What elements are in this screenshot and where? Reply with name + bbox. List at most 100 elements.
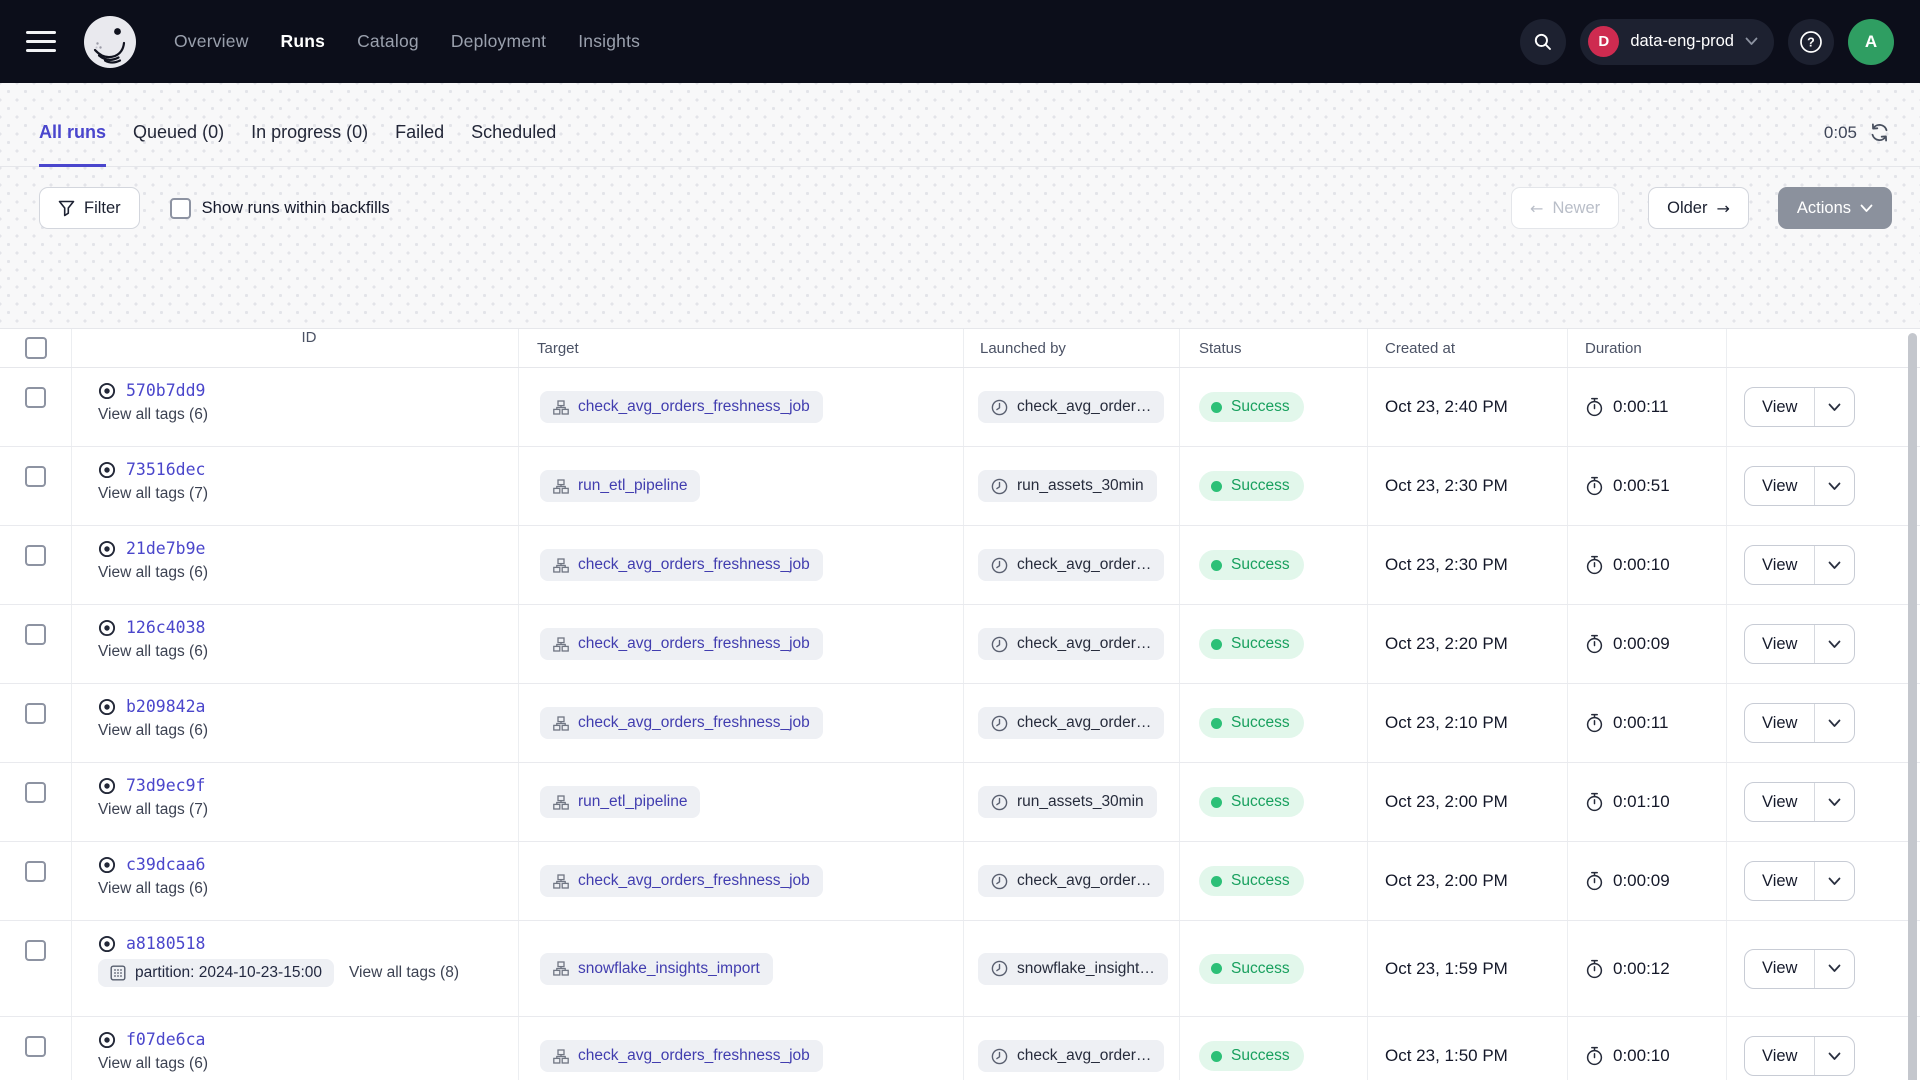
launched-by-chip[interactable]: check_avg_order… — [978, 549, 1164, 581]
created-at-value: Oct 23, 1:59 PM — [1385, 959, 1508, 979]
row-checkbox[interactable] — [25, 940, 46, 961]
nav-item-insights[interactable]: Insights — [578, 31, 640, 52]
row-checkbox[interactable] — [25, 703, 46, 724]
menu-icon[interactable] — [26, 27, 56, 56]
row-checkbox[interactable] — [25, 782, 46, 803]
launched-by-chip[interactable]: run_assets_30min — [978, 470, 1157, 502]
view-button[interactable]: View — [1745, 388, 1814, 426]
view-button-group: View — [1744, 466, 1855, 506]
target-chip[interactable]: check_avg_orders_freshness_job — [540, 391, 823, 423]
row-checkbox[interactable] — [25, 1036, 46, 1057]
launched-by-chip[interactable]: check_avg_order… — [978, 1040, 1164, 1072]
run-id-link[interactable]: b209842a — [126, 697, 205, 716]
view-button-group: View — [1744, 1036, 1855, 1076]
view-button[interactable]: View — [1745, 1037, 1814, 1075]
target-chip[interactable]: snowflake_insights_import — [540, 953, 773, 985]
tab-failed[interactable]: Failed — [395, 83, 444, 166]
row-checkbox[interactable] — [25, 466, 46, 487]
help-button[interactable]: ? — [1788, 19, 1834, 65]
view-button[interactable]: View — [1745, 704, 1814, 742]
nav-item-catalog[interactable]: Catalog — [357, 31, 419, 52]
target-chip[interactable]: run_etl_pipeline — [540, 786, 700, 818]
job-icon — [553, 874, 569, 889]
target-chip[interactable]: check_avg_orders_freshness_job — [540, 707, 823, 739]
show-backfills-option: Show runs within backfills — [170, 198, 390, 219]
launched-by-chip[interactable]: run_assets_30min — [978, 786, 1157, 818]
avatar[interactable]: A — [1848, 19, 1894, 65]
target-chip[interactable]: check_avg_orders_freshness_job — [540, 549, 823, 581]
view-all-tags-link[interactable]: View all tags (6) — [98, 643, 208, 661]
run-id-link[interactable]: f07de6ca — [126, 1030, 205, 1049]
view-button[interactable]: View — [1745, 862, 1814, 900]
launched-by-chip[interactable]: check_avg_order… — [978, 865, 1164, 897]
launched-by-chip[interactable]: check_avg_order… — [978, 707, 1164, 739]
view-dropdown-button[interactable] — [1814, 388, 1854, 426]
partition-tag[interactable]: partition: 2024-10-23-15:00 — [98, 959, 334, 987]
row-checkbox[interactable] — [25, 387, 46, 408]
tab-in-progress[interactable]: In progress (0) — [251, 83, 368, 166]
dagster-logo[interactable] — [84, 16, 136, 68]
status-badge: Success — [1199, 629, 1304, 659]
run-id-link[interactable]: 73d9ec9f — [126, 776, 205, 795]
launched-by-chip[interactable]: check_avg_order… — [978, 628, 1164, 660]
view-all-tags-link[interactable]: View all tags (7) — [98, 485, 208, 503]
run-id-link[interactable]: 73516dec — [126, 460, 205, 479]
run-id-link[interactable]: a8180518 — [126, 934, 205, 953]
view-button[interactable]: View — [1745, 546, 1814, 584]
vertical-scrollbar[interactable] — [1908, 333, 1917, 1080]
run-id-link[interactable]: 570b7dd9 — [126, 381, 205, 400]
job-icon — [553, 961, 569, 976]
job-icon — [553, 558, 569, 573]
view-button[interactable]: View — [1745, 467, 1814, 505]
view-dropdown-button[interactable] — [1814, 950, 1854, 988]
target-chip[interactable]: check_avg_orders_freshness_job — [540, 865, 823, 897]
run-id-link[interactable]: 126c4038 — [126, 618, 205, 637]
refresh-button[interactable] — [1869, 122, 1890, 143]
view-dropdown-button[interactable] — [1814, 467, 1854, 505]
tab-queued[interactable]: Queued (0) — [133, 83, 224, 166]
row-checkbox[interactable] — [25, 861, 46, 882]
view-dropdown-button[interactable] — [1814, 862, 1854, 900]
actions-button[interactable]: Actions — [1778, 187, 1892, 229]
launched-by-chip[interactable]: check_avg_order… — [978, 391, 1164, 423]
view-dropdown-button[interactable] — [1814, 783, 1854, 821]
target-chip[interactable]: check_avg_orders_freshness_job — [540, 628, 823, 660]
view-button[interactable]: View — [1745, 950, 1814, 988]
deployment-switcher[interactable]: D data-eng-prod — [1580, 19, 1774, 65]
nav-item-runs[interactable]: Runs — [281, 31, 326, 52]
view-button[interactable]: View — [1745, 625, 1814, 663]
chevron-down-icon — [1745, 37, 1758, 46]
chevron-down-icon — [1828, 719, 1841, 728]
view-dropdown-button[interactable] — [1814, 546, 1854, 584]
tab-all-runs[interactable]: All runs — [39, 83, 106, 166]
view-all-tags-link[interactable]: View all tags (7) — [98, 801, 208, 819]
row-checkbox[interactable] — [25, 545, 46, 566]
select-all-checkbox[interactable] — [25, 337, 47, 359]
view-all-tags-link[interactable]: View all tags (6) — [98, 1055, 208, 1073]
view-dropdown-button[interactable] — [1814, 625, 1854, 663]
target-chip[interactable]: check_avg_orders_freshness_job — [540, 1040, 823, 1072]
run-status-icon — [98, 461, 116, 479]
target-chip[interactable]: run_etl_pipeline — [540, 470, 700, 502]
view-all-tags-link[interactable]: View all tags (8) — [349, 964, 459, 982]
view-dropdown-button[interactable] — [1814, 704, 1854, 742]
view-all-tags-link[interactable]: View all tags (6) — [98, 406, 208, 424]
newer-button[interactable]: ←Newer — [1511, 187, 1619, 229]
view-all-tags-link[interactable]: View all tags (6) — [98, 564, 208, 582]
row-checkbox[interactable] — [25, 624, 46, 645]
view-dropdown-button[interactable] — [1814, 1037, 1854, 1075]
nav-item-deployment[interactable]: Deployment — [451, 31, 546, 52]
tab-scheduled[interactable]: Scheduled — [471, 83, 556, 166]
run-id-link[interactable]: 21de7b9e — [126, 539, 205, 558]
filter-button[interactable]: Filter — [39, 187, 140, 229]
view-all-tags-link[interactable]: View all tags (6) — [98, 880, 208, 898]
run-id-link[interactable]: c39dcaa6 — [126, 855, 205, 874]
show-backfills-checkbox[interactable] — [170, 198, 191, 219]
duration-value: 0:00:11 — [1613, 713, 1668, 733]
launched-by-chip[interactable]: snowflake_insight… — [978, 953, 1168, 985]
search-button[interactable] — [1520, 19, 1566, 65]
nav-item-overview[interactable]: Overview — [174, 31, 249, 52]
view-button[interactable]: View — [1745, 783, 1814, 821]
older-button[interactable]: Older→ — [1648, 187, 1749, 229]
view-all-tags-link[interactable]: View all tags (6) — [98, 722, 208, 740]
